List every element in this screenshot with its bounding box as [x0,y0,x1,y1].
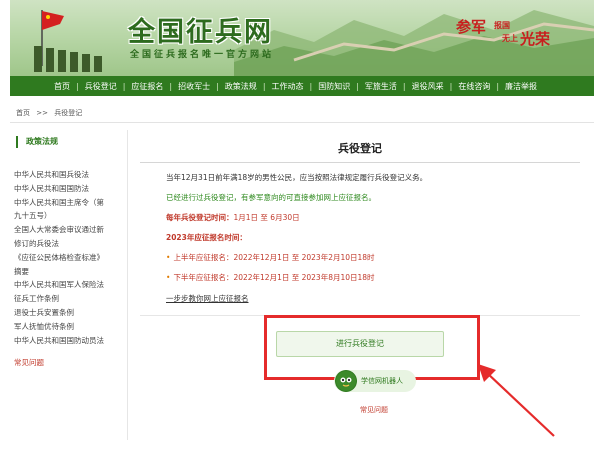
nav-separator: | [76,81,79,91]
slogan-part3: 无上 [502,34,518,43]
sidebar-item[interactable]: 中华人民共和国军人保险法 [14,278,126,292]
sidebar-item[interactable]: 九十五号） [14,209,126,223]
registration-period-value: 1月1日 至 6月30日 [233,213,300,222]
sidebar-item[interactable]: 《应征公民体格检查标准》 [14,251,126,265]
faq-link[interactable]: 常见问题 [360,405,388,415]
nav-separator: | [262,81,266,91]
robot-assistant-button[interactable]: 学信网机器人 [334,370,416,392]
nav-item-veterans[interactable]: 退役风采 [412,81,444,92]
site-title: 全国征兵网 [128,17,273,48]
sidebar-item[interactable]: 中华人民共和国国防法 [14,182,126,196]
nav-separator: | [216,81,219,91]
breadcrumb-current: 兵役登记 [54,109,83,117]
registration-period: 每年兵役登记时间：1月1日 至 6月30日 [166,212,300,223]
divider [10,122,594,123]
nav-separator: | [356,81,359,91]
first-half-period: • 上半年应征报名：2022年12月1日 至 2023年2月10日18时 [166,252,375,263]
sidebar-item[interactable]: 中华人民共和国国防动员法 [14,334,126,348]
flag-soldiers-icon [34,10,102,72]
header-banner: 全国征兵网 全国征兵报名唯一官方网站 参军 报国 无上 光荣 [10,0,594,76]
site-subtitle: 全国征兵报名唯一官方网站 [130,50,275,60]
slogan-part4: 光荣 [520,30,551,48]
first-half-value: 2022年12月1日 至 2023年2月10日18时 [233,253,375,262]
nav-item-policy[interactable]: 政策法规 [225,81,257,92]
nav-separator: | [402,81,406,91]
info-text-green: 已经进行过兵役登记，有参军意向的可直接参加网上应征报名。 [166,193,376,202]
second-half-label: 下半年应征报名： [173,273,234,282]
breadcrumb-home[interactable]: 首页 [16,109,30,117]
nav-separator: | [122,81,126,91]
robot-icon [335,370,357,392]
slogan-part1: 参军 [456,18,487,36]
breadcrumb-separator: >> [36,109,48,117]
sidebar-list: 中华人民共和国兵役法 中华人民共和国国防法 中华人民共和国主席令（第 九十五号）… [14,168,126,368]
slogan-part2: 报国 [494,21,510,30]
second-half-period: • 下半年应征报名：2022年12月1日 至 2023年8月10日18时 [166,272,375,283]
nav-item-enlistment[interactable]: 应征报名 [131,81,163,92]
sidebar-item[interactable]: 全国人大常委会审议通过新 [14,223,126,237]
main-nav: 首页 | 兵役登记 | 应征报名 | 招收军士 | 政策法规 | 工作动态 | 国防知识 | … [10,76,594,96]
sidebar-item[interactable]: 征兵工作条例 [14,292,126,306]
nav-item-military-life[interactable]: 军旅生活 [365,81,397,92]
nav-item-nco[interactable]: 招收军士 [178,81,210,92]
nav-separator: | [169,81,173,91]
tutorial-link[interactable]: 一步步教你网上应征报名 [166,293,249,304]
nav-item-registration[interactable]: 兵役登记 [85,81,117,92]
slogan: 参军 报国 无上 光荣 [456,16,566,56]
first-half-label: 上半年应征报名： [173,253,234,262]
registration-period-label: 每年兵役登记时间： [166,213,234,222]
nav-separator: | [309,81,313,91]
sidebar-item[interactable]: 军人抚恤优待条例 [14,320,126,334]
page-title: 兵役登记 [338,142,382,155]
nav-item-report[interactable]: 廉洁举报 [505,81,537,92]
red-arrow-icon [478,364,555,437]
bullet-icon: • [166,253,171,262]
divider [140,162,580,163]
robot-label: 学信网机器人 [361,377,403,385]
nav-item-defense[interactable]: 国防知识 [318,81,350,92]
sidebar: 政策法规 中华人民共和国兵役法 中华人民共和国国防法 中华人民共和国主席令（第 … [10,130,128,440]
sidebar-item[interactable]: 修订的兵役法 [14,237,126,251]
register-button[interactable]: 进行兵役登记 [276,331,444,357]
nav-item-home[interactable]: 首页 [54,81,70,92]
second-half-value: 2022年12月1日 至 2023年8月10日18时 [233,273,375,282]
enlistment-period-heading: 2023年应征报名时间： [166,233,247,242]
nav-item-news[interactable]: 工作动态 [272,81,304,92]
bullet-icon: • [166,273,171,282]
sidebar-item[interactable]: 摘要 [14,265,126,279]
info-text: 当年12月31日前年满18岁的男性公民，应当按照法律规定履行兵役登记义务。 [166,173,428,182]
nav-separator: | [449,81,453,91]
sidebar-heading: 政策法规 [16,136,58,148]
nav-item-consult[interactable]: 在线咨询 [458,81,490,92]
breadcrumb: 首页 >> 兵役登记 [16,108,86,118]
nav-separator: | [496,81,500,91]
sidebar-item[interactable]: 中华人民共和国兵役法 [14,168,126,182]
sidebar-item[interactable]: 中华人民共和国主席令（第 [14,196,126,210]
sidebar-faq-link[interactable]: 常见问题 [14,357,126,368]
sidebar-item[interactable]: 退役士兵安置条例 [14,306,126,320]
